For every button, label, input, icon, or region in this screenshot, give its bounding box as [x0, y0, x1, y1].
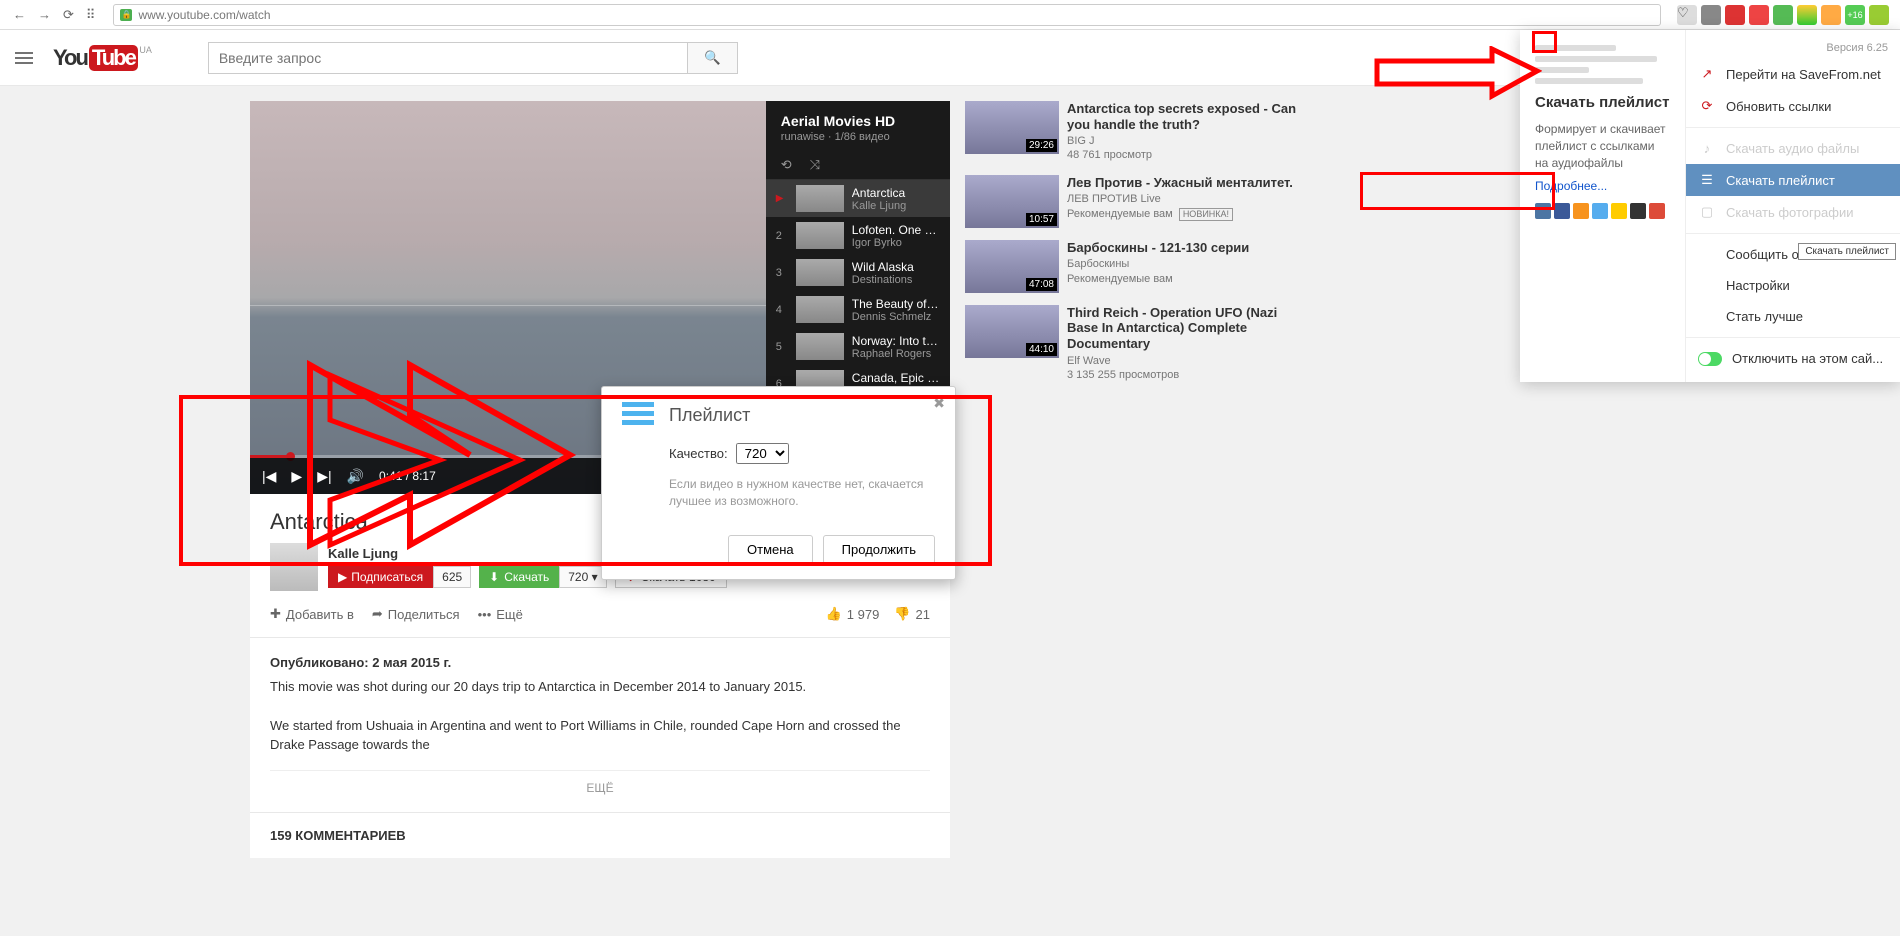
reload-icon[interactable]: ⟳: [63, 7, 74, 23]
recommendation-item[interactable]: 44:10Third Reich - Operation UFO (Nazi B…: [965, 305, 1300, 382]
cancel-button[interactable]: Отмена: [728, 535, 813, 564]
description-text-2: We started from Ushuaia in Argentina and…: [270, 716, 930, 755]
browser-toolbar: ← → ⟳ ⠿ 🔒 ♡ +16: [0, 0, 1900, 30]
playlist-icon: [622, 402, 654, 428]
ext-multi-icon[interactable]: [1797, 5, 1817, 25]
ext-globe-icon[interactable]: [1701, 5, 1721, 25]
refresh-icon: ⟳: [1698, 98, 1716, 114]
audio-icon: ♪: [1698, 141, 1716, 156]
download-quality[interactable]: 720 ▾: [559, 566, 606, 588]
ok-icon[interactable]: [1573, 203, 1589, 219]
recommendations: 29:26Antarctica top secrets exposed - Ca…: [965, 101, 1300, 858]
lock-icon: 🔒: [120, 9, 132, 21]
youtube-logo[interactable]: YouTube UA: [53, 45, 138, 71]
download-button[interactable]: ⬇ Скачать: [479, 566, 559, 588]
playlist-dialog: ✖ Плейлист Качество: 720 Если видео в ну…: [601, 386, 956, 580]
search-input[interactable]: [208, 42, 688, 74]
quality-select[interactable]: 720: [736, 443, 789, 464]
subscriber-count: 625: [433, 566, 471, 588]
photo-icon: ▢: [1698, 204, 1716, 220]
ext-playlist[interactable]: ☰Скачать плейлист: [1686, 164, 1900, 196]
ext-red-icon[interactable]: [1749, 5, 1769, 25]
skeleton-icon: [1535, 45, 1670, 84]
extension-popup: Скачать плейлист Формирует и скачивает п…: [1520, 30, 1900, 382]
ext-left-title: Скачать плейлист: [1535, 94, 1670, 111]
more-button[interactable]: ••• Ещё: [478, 607, 523, 622]
prev-icon[interactable]: |◀: [262, 468, 276, 485]
playlist-item[interactable]: 5Norway: Into the Arctic 4KRaphael Roger…: [766, 328, 950, 365]
playlist-meta: runawise · 1/86 видео: [781, 131, 935, 143]
toggle-icon[interactable]: [1698, 352, 1722, 366]
menu-icon[interactable]: [15, 52, 33, 64]
dialog-title: Плейлист: [669, 405, 750, 426]
recommendation-item[interactable]: 47:08Барбоскины - 121-130 серииБарбоскин…: [965, 240, 1300, 293]
playlist-item[interactable]: 4The Beauty of the LofotenDennis Schmelz: [766, 291, 950, 328]
back-icon[interactable]: ←: [13, 7, 26, 23]
next-icon[interactable]: ▶|: [317, 468, 331, 485]
time-display: 0:41 / 8:17: [379, 469, 436, 483]
like-button[interactable]: 👍 1 979: [826, 606, 880, 622]
recommendation-item[interactable]: 29:26Antarctica top secrets exposed - Ca…: [965, 101, 1300, 163]
forward-icon[interactable]: →: [38, 7, 51, 23]
dialog-hint: Если видео в нужном качестве нет, скачае…: [669, 476, 935, 510]
address-bar[interactable]: 🔒: [113, 4, 1661, 26]
fb-icon[interactable]: [1554, 203, 1570, 219]
share-button[interactable]: ➦ Поделиться: [372, 606, 460, 622]
ext-goto[interactable]: ↗Перейти на SaveFrom.net: [1686, 58, 1900, 90]
apps-icon[interactable]: ⠿: [86, 7, 96, 23]
playlist-item[interactable]: 2Lofoten. One Flew over NorwayIgor Byrko: [766, 217, 950, 254]
ext-abp-icon[interactable]: [1725, 5, 1745, 25]
ext-more-link[interactable]: Подробнее...: [1535, 179, 1670, 193]
show-more-button[interactable]: ЕЩЁ: [270, 770, 930, 797]
repeat-icon[interactable]: ⟲: [781, 157, 792, 173]
search-button[interactable]: 🔍: [688, 42, 738, 74]
continue-button[interactable]: Продолжить: [823, 535, 935, 564]
search-box: 🔍: [208, 42, 738, 74]
ext-audio: ♪Скачать аудио файлы: [1686, 133, 1900, 164]
video-description: Опубликовано: 2 мая 2015 г. This movie w…: [250, 638, 950, 813]
tw-icon[interactable]: [1592, 203, 1608, 219]
ext-counter-icon[interactable]: +16: [1845, 5, 1865, 25]
ext-photos: ▢Скачать фотографии: [1686, 196, 1900, 228]
ext-green-icon[interactable]: [1773, 5, 1793, 25]
ext-savefrom-icon[interactable]: [1869, 5, 1889, 25]
description-text: This movie was shot during our 20 days t…: [270, 677, 930, 697]
social-icons: [1535, 203, 1670, 219]
lj-icon[interactable]: [1630, 203, 1646, 219]
comments-header: 159 КОММЕНТАРИЕВ: [250, 813, 950, 858]
subscribe-button[interactable]: ▶ Подписаться: [328, 566, 433, 588]
list-icon: ☰: [1698, 172, 1716, 188]
extensions-bar: ♡ +16: [1671, 5, 1895, 25]
ext-refresh[interactable]: ⟳Обновить ссылки: [1686, 90, 1900, 122]
close-icon[interactable]: ✖: [933, 395, 945, 412]
playlist-item[interactable]: ▶AntarcticaKalle Ljung: [766, 180, 950, 217]
nav-buttons: ← → ⟳ ⠿: [5, 7, 103, 23]
mail-icon[interactable]: [1611, 203, 1627, 219]
ext-tooltip: Скачать плейлист: [1798, 243, 1896, 260]
ext-heart-icon[interactable]: ♡: [1677, 5, 1697, 25]
logo-country: UA: [139, 45, 152, 55]
playlist-title: Aerial Movies HD: [781, 113, 935, 129]
play-icon[interactable]: ▶: [291, 468, 302, 485]
ext-better[interactable]: Стать лучше: [1686, 301, 1900, 332]
dislike-button[interactable]: 👎 21: [894, 606, 930, 622]
playlist-item[interactable]: 3Wild AlaskaDestinations: [766, 254, 950, 291]
quality-label: Качество:: [669, 446, 728, 461]
author-avatar[interactable]: [270, 543, 318, 591]
shuffle-icon[interactable]: ⤨: [810, 157, 820, 173]
add-to-button[interactable]: ✚ Добавить в: [270, 606, 354, 622]
vk-icon[interactable]: [1535, 203, 1551, 219]
url-input[interactable]: [138, 8, 1654, 22]
ext-left-desc: Формирует и скачивает плейлист с ссылкам…: [1535, 121, 1670, 171]
recommendation-item[interactable]: 10:57Лев Против - Ужасный менталитет.ЛЕВ…: [965, 175, 1300, 228]
goto-icon: ↗: [1698, 66, 1716, 82]
ext-orange-icon[interactable]: [1821, 5, 1841, 25]
volume-icon[interactable]: 🔊: [347, 468, 364, 485]
ext-version: Версия 6.25: [1686, 38, 1900, 58]
ext-settings[interactable]: Настройки: [1686, 270, 1900, 301]
ext-disable[interactable]: Отключить на этом сай...: [1686, 343, 1900, 374]
publish-date: Опубликовано: 2 мая 2015 г.: [270, 653, 930, 673]
gp-icon[interactable]: [1649, 203, 1665, 219]
